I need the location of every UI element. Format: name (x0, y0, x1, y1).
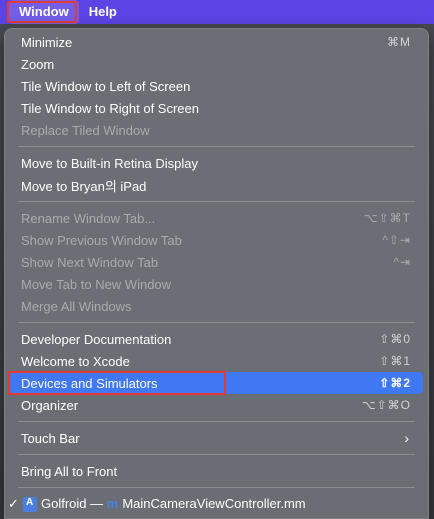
annotation-box-window (7, 1, 77, 23)
menu-item-label: Developer Documentation (21, 331, 172, 347)
menu-item-move-tab: Move Tab to New Window (10, 273, 423, 295)
objc-file-icon: m (106, 495, 119, 511)
menu-item-label: Organizer (21, 397, 79, 413)
menu-separator (18, 421, 415, 422)
menubar-help[interactable]: Help (79, 0, 127, 24)
menu-bar: Window Help (0, 0, 434, 24)
window-entry-project: Golfroid (41, 495, 87, 511)
menubar-help-label: Help (88, 4, 117, 19)
menu-item-shortcut: ⌥⇧⌘O (361, 398, 411, 412)
menu-item-shortcut: ⇧⌘1 (379, 354, 411, 368)
window-menu: Minimize ⌘M Zoom Tile Window to Left of … (4, 28, 429, 519)
menu-item-label: Move Tab to New Window (21, 276, 172, 292)
menu-item-devices-simulators[interactable]: Devices and Simulators ⇧⌘2 (8, 371, 423, 395)
menu-item-tile-left[interactable]: Tile Window to Left of Screen (10, 75, 423, 97)
menu-item-label: Move to Built-in Retina Display (21, 155, 199, 171)
menu-item-prev-tab: Show Previous Window Tab ^⇧⇥ (10, 229, 423, 251)
menu-item-tile-right[interactable]: Tile Window to Right of Screen (10, 97, 423, 119)
menu-item-shortcut: ⌘M (387, 35, 411, 49)
menu-separator (18, 487, 415, 488)
menu-separator (18, 201, 415, 202)
menu-item-label: Move to Bryan의 iPad (21, 178, 147, 194)
menu-item-bring-all-front[interactable]: Bring All to Front (10, 460, 423, 482)
menu-item-next-tab: Show Next Window Tab ^⇥ (10, 251, 423, 273)
menu-item-label: Rename Window Tab... (21, 210, 156, 226)
annotation-box-devices (8, 371, 226, 395)
menu-item-shortcut: ^⇧⇥ (382, 233, 411, 247)
menu-item-label: Show Previous Window Tab (21, 232, 182, 248)
menu-item-welcome-xcode[interactable]: Welcome to Xcode ⇧⌘1 (10, 350, 423, 372)
menu-item-shortcut: ⌥⇧⌘T (363, 211, 411, 225)
menu-item-rename-tab: Rename Window Tab... ⌥⇧⌘T (10, 207, 423, 229)
menu-item-move-ipad[interactable]: Move to Bryan의 iPad (10, 174, 423, 196)
menu-item-window-entry[interactable]: ✓ Golfroid — mMainCameraViewController.m… (8, 493, 423, 515)
menu-separator (18, 322, 415, 323)
menu-item-label: Minimize (21, 34, 73, 50)
menu-item-label: Show Next Window Tab (21, 254, 159, 270)
menu-item-merge-windows: Merge All Windows (10, 295, 423, 317)
menu-item-shortcut: ⇧⌘2 (379, 376, 411, 390)
xcode-project-icon (23, 497, 37, 513)
menu-item-label: Touch Bar (21, 430, 80, 446)
menu-item-label: Tile Window to Left of Screen (21, 78, 191, 94)
menu-item-label: Merge All Windows (21, 298, 132, 314)
menu-item-label: Replace Tiled Window (21, 122, 150, 138)
menu-item-developer-docs[interactable]: Developer Documentation ⇧⌘0 (10, 328, 423, 350)
menu-separator (18, 146, 415, 147)
menu-item-label: Zoom (21, 56, 55, 72)
menu-item-replace-tiled: Replace Tiled Window (10, 119, 423, 141)
window-entry-label: Golfroid — mMainCameraViewController.mm (10, 495, 306, 513)
window-entry-separator: — (90, 495, 104, 511)
menu-item-move-retina[interactable]: Move to Built-in Retina Display (10, 152, 423, 174)
checkmark-icon: ✓ (8, 496, 19, 511)
menu-item-organizer[interactable]: Organizer ⌥⇧⌘O (10, 394, 423, 416)
menu-item-touch-bar[interactable]: Touch Bar › (10, 427, 423, 449)
menu-item-shortcut: ⇧⌘0 (379, 332, 411, 346)
window-entry-file: MainCameraViewController.mm (122, 495, 306, 511)
chevron-right-icon: › (404, 430, 409, 446)
menu-item-label: Tile Window to Right of Screen (21, 100, 199, 116)
menu-item-shortcut: ^⇥ (393, 255, 411, 269)
menu-item-label: Welcome to Xcode (21, 353, 130, 369)
menu-item-label: Bring All to Front (21, 463, 118, 479)
menu-item-minimize[interactable]: Minimize ⌘M (10, 31, 423, 53)
menu-item-zoom[interactable]: Zoom (10, 53, 423, 75)
menu-separator (18, 454, 415, 455)
